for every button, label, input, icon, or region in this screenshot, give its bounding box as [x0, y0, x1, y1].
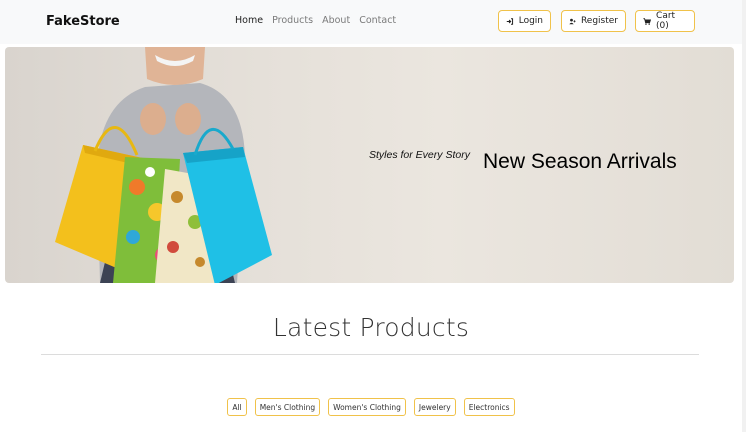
scrollbar-track[interactable]: [742, 0, 746, 432]
latest-products-heading: Latest Products: [272, 313, 470, 342]
filter-womens-clothing-button[interactable]: Women's Clothing: [328, 398, 406, 416]
login-button[interactable]: Login: [498, 10, 551, 32]
cart-button[interactable]: Cart (0): [635, 10, 695, 32]
section-divider: [41, 354, 699, 355]
filter-mens-clothing-button[interactable]: Men's Clothing: [254, 398, 321, 416]
navbar: FakeStore Home Products About Contact Lo…: [0, 0, 742, 44]
register-button[interactable]: Register: [561, 10, 626, 32]
cart-label: Cart (0): [656, 11, 676, 31]
filter-jewelery-button[interactable]: Jewelery: [413, 398, 456, 416]
filter-electronics-button[interactable]: Electronics: [463, 398, 515, 416]
login-label: Login: [518, 16, 543, 26]
hero-title: New Season Arrivals: [483, 150, 677, 173]
nav-link-home[interactable]: Home: [235, 15, 263, 26]
user-plus-icon: [569, 18, 576, 24]
nav-links: Home Products About Contact: [235, 15, 396, 26]
category-filters: All Men's Clothing Women's Clothing Jewe…: [0, 398, 742, 416]
brand-logo[interactable]: FakeStore: [46, 14, 120, 29]
hero-banner: Styles for Every Story New Season Arriva…: [5, 47, 734, 283]
hero-subtitle: Styles for Every Story: [369, 149, 470, 161]
nav-link-contact[interactable]: Contact: [359, 15, 396, 26]
cart-icon: [643, 17, 652, 25]
nav-link-about[interactable]: About: [322, 15, 350, 26]
sign-in-icon: [506, 17, 514, 25]
nav-link-products[interactable]: Products: [272, 15, 313, 26]
filter-all-button[interactable]: All: [227, 398, 247, 416]
register-label: Register: [580, 16, 618, 26]
